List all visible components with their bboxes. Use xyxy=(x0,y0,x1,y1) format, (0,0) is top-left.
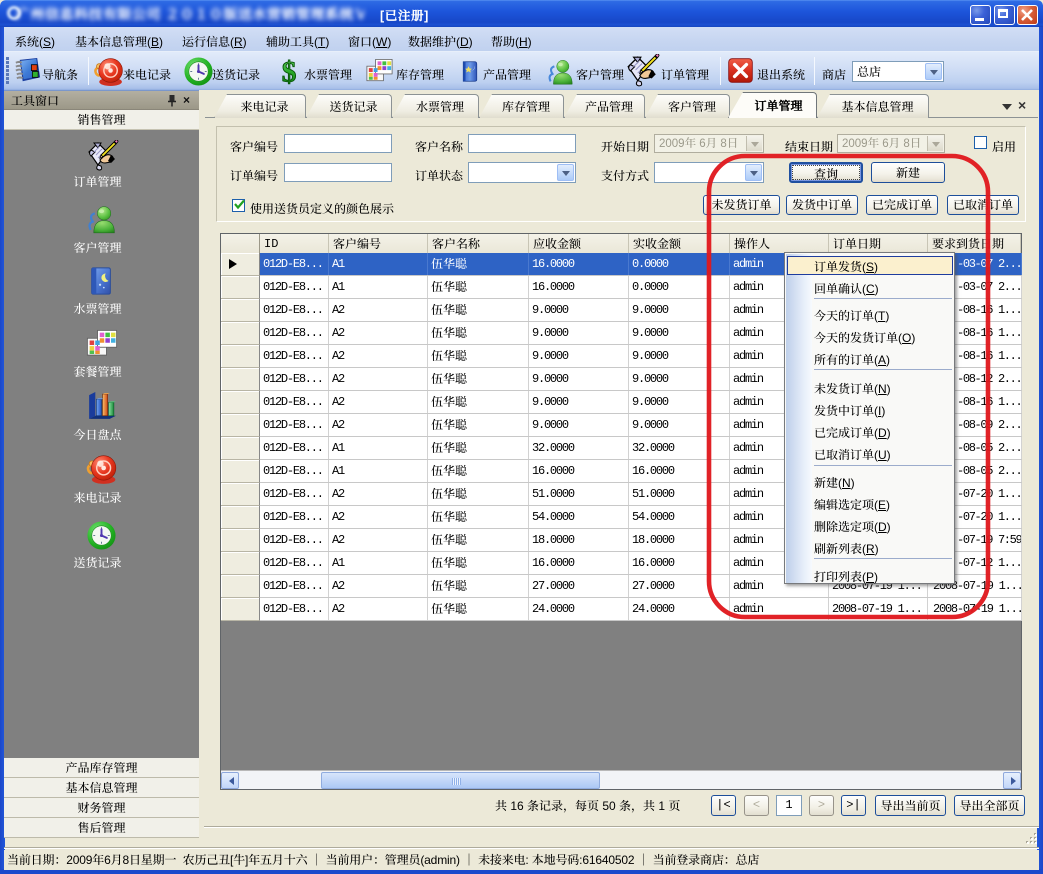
svg-text:$: $ xyxy=(282,57,297,88)
